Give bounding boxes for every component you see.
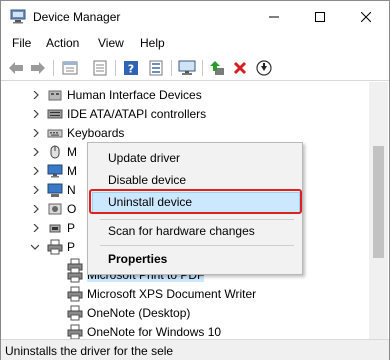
svg-text:?: ? (128, 63, 134, 76)
tree-row[interactable]: IDE ATA/ATAPI controllers (1, 105, 369, 124)
uninstall-button[interactable] (231, 59, 249, 77)
menu-item-properties[interactable]: Properties (90, 248, 300, 270)
chevron-right-icon[interactable] (32, 148, 40, 156)
network-icon (47, 183, 63, 197)
chevron-right-icon[interactable] (32, 91, 40, 99)
menu-action[interactable]: Action (46, 36, 79, 50)
help-icon: ? (124, 61, 138, 76)
tree-label: M (67, 164, 77, 178)
tree-label: P (67, 221, 76, 235)
toolbar-separator (53, 60, 54, 76)
ide-icon (47, 109, 63, 119)
disable-device-label: Disable device (108, 173, 187, 187)
scan-download-button[interactable] (255, 59, 273, 77)
printer-icon (67, 324, 83, 339)
menu-separator (100, 245, 294, 246)
maximize-button[interactable] (297, 1, 343, 32)
ports-icon (49, 224, 61, 233)
tree-label: Microsoft XPS Document Writer (87, 287, 257, 301)
toolbar-separator (115, 60, 116, 76)
close-icon (361, 11, 371, 22)
status-text: Uninstalls the driver for the sele (5, 344, 174, 358)
scan-hardware-label: Scan for hardware changes (108, 224, 255, 238)
close-button[interactable] (343, 1, 389, 32)
monitor-button[interactable] (178, 59, 196, 77)
menu-item-scan-hardware[interactable]: Scan for hardware changes (90, 220, 300, 242)
tree-label: Keyboards (67, 126, 125, 140)
tree-row[interactable]: Human Interface Devices (1, 86, 369, 105)
chevron-right-icon[interactable] (32, 205, 40, 213)
tree-label: M (67, 145, 77, 159)
hid-icon (48, 90, 62, 101)
device-manager-app-icon (10, 9, 26, 24)
toolbar: ? (1, 55, 389, 81)
monitor-icon (47, 164, 63, 178)
properties-label: Properties (108, 252, 168, 266)
chevron-right-icon[interactable] (32, 110, 40, 118)
chevron-right-icon[interactable] (32, 224, 40, 232)
menu-bar: File Action View Help (1, 32, 389, 54)
menu-item-update-driver[interactable]: Update driver (90, 147, 300, 169)
properties-list-icon (62, 61, 78, 75)
window-title: Device Manager (33, 10, 121, 24)
vertical-scrollbar[interactable] (369, 82, 388, 339)
maximize-icon (315, 11, 325, 22)
back-button[interactable] (7, 59, 25, 77)
device-list-button[interactable] (91, 59, 109, 77)
back-icon (9, 62, 23, 74)
tree-label: OneNote (Desktop) (87, 306, 191, 320)
update-driver-icon (210, 61, 224, 75)
printer-icon (47, 239, 63, 255)
help-button[interactable]: ? (122, 59, 140, 77)
tree-label: O (67, 202, 77, 216)
keyboard-icon (47, 129, 63, 138)
tree-label: Human Interface Devices (67, 88, 202, 102)
printer-icon (67, 267, 83, 283)
toolbar-separator (171, 60, 172, 76)
toolbar-separator (202, 60, 203, 76)
device-manager-window: Device Manager File Action View Help ? H… (0, 0, 390, 360)
scrollbar-thumb[interactable] (373, 146, 384, 258)
chevron-right-icon[interactable] (32, 129, 40, 137)
tree-row[interactable]: OneNote for Windows 10 (1, 323, 369, 339)
forward-button[interactable] (29, 59, 47, 77)
status-bar: Uninstalls the driver for the sele (1, 339, 389, 360)
tree-label: N (67, 183, 76, 197)
properties-list-button[interactable] (61, 59, 79, 77)
tree-label: P (67, 240, 76, 254)
printer-icon (67, 286, 83, 302)
mouse-icon (50, 145, 60, 159)
monitor-icon (178, 60, 196, 75)
update-driver-label: Update driver (108, 151, 181, 165)
other-icon (48, 203, 62, 215)
annotation-highlight-box (89, 189, 302, 214)
forward-icon (31, 62, 45, 74)
menu-item-disable-device[interactable]: Disable device (90, 169, 300, 191)
menu-help[interactable]: Help (140, 36, 165, 50)
minimize-button[interactable] (251, 1, 297, 32)
scan-download-icon (256, 60, 272, 76)
chevron-down-icon[interactable] (31, 243, 39, 251)
tree-label: IDE ATA/ATAPI controllers (67, 107, 207, 121)
menu-file[interactable]: File (12, 36, 31, 50)
tree-row[interactable]: Microsoft XPS Document Writer (1, 285, 369, 304)
device-list-icon (93, 60, 107, 76)
menu-view[interactable]: View (98, 36, 124, 50)
update-driver-button[interactable] (209, 59, 227, 77)
chevron-right-icon[interactable] (32, 186, 40, 194)
tree-row[interactable]: OneNote (Desktop) (1, 304, 369, 323)
printer-icon (67, 305, 83, 321)
uninstall-icon (233, 61, 247, 75)
chevron-right-icon[interactable] (32, 167, 40, 175)
resource-icon (149, 60, 163, 76)
tree-row[interactable]: Keyboards (1, 124, 369, 143)
resource-button[interactable] (147, 59, 165, 77)
title-bar: Device Manager (1, 1, 389, 32)
minimize-icon (269, 16, 279, 17)
tree-label: OneNote for Windows 10 (87, 325, 222, 339)
